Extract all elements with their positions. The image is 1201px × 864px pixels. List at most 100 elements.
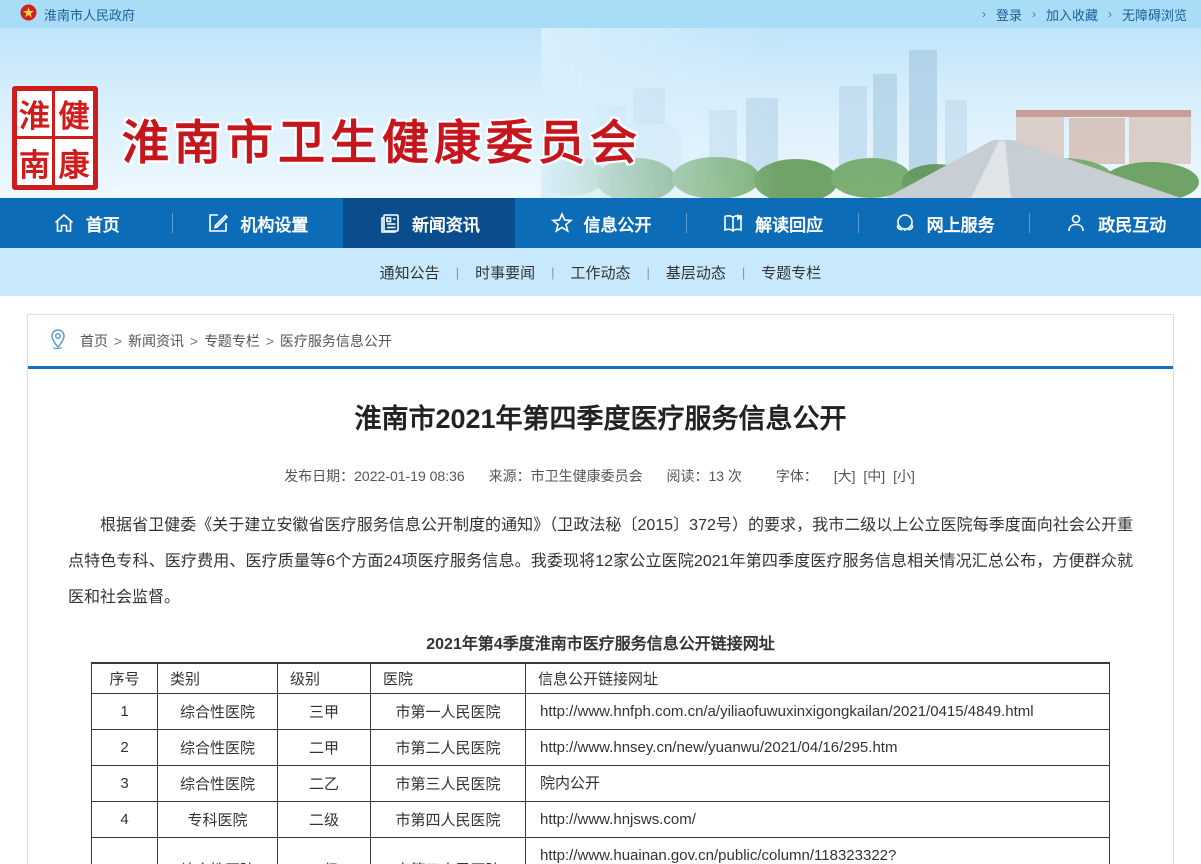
font-size-medium-button[interactable]: [中] [863, 468, 885, 484]
breadcrumb-separator: > [114, 333, 122, 349]
seal-char: 康 [55, 139, 93, 185]
site-banner: 淮 健 南 康 淮南市卫生健康委员会 [0, 28, 1201, 198]
info-link-text: 院内公开 [528, 770, 1107, 797]
table-caption: 2021年第4季度淮南市医疗服务信息公开链接网址 [68, 630, 1133, 654]
breadcrumb-separator: > [266, 333, 274, 349]
info-link-cell: http://www.hnjsws.com/ [526, 802, 1110, 838]
subnav-item-grassroots[interactable]: 基层动态 [662, 262, 730, 283]
col-header-no: 序号 [92, 663, 158, 694]
breadcrumb-separator: > [190, 333, 198, 349]
info-link-cell: http://www.huainan.gov.cn/public/column/… [526, 838, 1110, 864]
table-row: 5综合性医院二级市第五人民医院http://www.huainan.gov.cn… [92, 838, 1110, 864]
hospital-name: 市第二人民医院 [371, 730, 526, 766]
info-link-cell: 院内公开 [526, 766, 1110, 802]
nav-item-home[interactable]: 首页 [0, 198, 172, 248]
breadcrumb-home[interactable]: 首页 [80, 333, 108, 349]
nav-item-interaction[interactable]: 政民互动 [1029, 198, 1201, 248]
subnav-separator: | [551, 265, 554, 280]
article-title: 淮南市2021年第四季度医疗服务信息公开 [68, 397, 1133, 436]
hospital-name: 市第一人民医院 [371, 694, 526, 730]
site-title: 淮南市卫生健康委员会 [122, 104, 642, 173]
font-size-large-button[interactable]: [大] [834, 468, 856, 484]
info-link-text: http://www.hnsey.cn/new/yuanwu/2021/04/1… [528, 734, 1107, 761]
info-link-text: http://www.hnjsws.com/ [528, 806, 1107, 833]
seal-char: 健 [55, 91, 93, 139]
hospital-category: 综合性医院 [158, 694, 278, 730]
row-number: 5 [92, 838, 158, 864]
breadcrumb-current-page: 医疗服务信息公开 [280, 333, 392, 349]
link-separator: › [982, 7, 986, 21]
publish-date: 发布日期：2022-01-19 08:36 [284, 468, 465, 484]
hospital-name: 市第三人民医院 [371, 766, 526, 802]
info-link-cell: http://www.hnsey.cn/new/yuanwu/2021/04/1… [526, 730, 1110, 766]
hospital-category: 综合性医院 [158, 838, 278, 864]
gov-portal-link[interactable]: 淮南市人民政府 [44, 5, 135, 24]
nav-label: 网上服务 [927, 211, 995, 236]
top-utility-bar: 淮南市人民政府 › 登录 › 加入收藏 › 无障碍浏览 [0, 0, 1201, 28]
table-row: 1综合性医院三甲市第一人民医院http://www.hnfph.com.cn/a… [92, 694, 1110, 730]
col-header-url: 信息公开链接网址 [526, 663, 1110, 694]
hospital-level: 三甲 [278, 694, 371, 730]
nav-item-org[interactable]: 机构设置 [172, 198, 344, 248]
sub-nav: 通知公告 | 时事要闻 | 工作动态 | 基层动态 | 专题专栏 [0, 248, 1201, 296]
nav-label: 解读回应 [755, 211, 823, 236]
subnav-item-work-updates[interactable]: 工作动态 [566, 262, 634, 283]
hospital-info-table: 序号 类别 级别 医院 信息公开链接网址 1综合性医院三甲市第一人民医院http… [91, 662, 1110, 864]
article-source: 来源：市卫生健康委员会 [489, 468, 643, 484]
info-link-text: http://www.hnfph.com.cn/a/yiliaofuwuxinx… [528, 698, 1107, 725]
nav-label: 政民互动 [1098, 211, 1166, 236]
nav-item-interpret[interactable]: 解读回应 [686, 198, 858, 248]
hospital-name: 市第四人民医院 [371, 802, 526, 838]
table-row: 4专科医院二级市第四人民医院http://www.hnjsws.com/ [92, 802, 1110, 838]
row-number: 4 [92, 802, 158, 838]
online-service-icon [893, 211, 917, 235]
article-body: 根据省卫健委《关于建立安徽省医疗服务信息公开制度的通知》（卫政法秘〔2015〕3… [68, 508, 1133, 616]
subnav-item-special-columns[interactable]: 专题专栏 [757, 262, 825, 283]
org-edit-icon [206, 211, 230, 235]
hospital-level: 二级 [278, 802, 371, 838]
hospital-category: 综合性医院 [158, 766, 278, 802]
article: 淮南市2021年第四季度医疗服务信息公开 发布日期：2022-01-19 08:… [28, 397, 1173, 864]
subnav-item-current-events[interactable]: 时事要闻 [471, 262, 539, 283]
subnav-separator: | [647, 265, 650, 280]
breadcrumb-news[interactable]: 新闻资讯 [128, 333, 184, 349]
add-favorite-link[interactable]: 加入收藏 [1046, 5, 1098, 24]
font-size-label: 字体： [776, 468, 818, 484]
col-header-category: 类别 [158, 663, 278, 694]
agency-seal-logo: 淮 健 南 康 [12, 86, 98, 190]
national-emblem-icon [20, 4, 37, 24]
hospital-level: 二甲 [278, 730, 371, 766]
breadcrumb: 首页 > 新闻资讯 > 专题专栏 > 医疗服务信息公开 [28, 315, 1173, 369]
table-row: 2综合性医院二甲市第二人民医院http://www.hnsey.cn/new/y… [92, 730, 1110, 766]
table-header-row: 序号 类别 级别 医院 信息公开链接网址 [92, 663, 1110, 694]
font-size-small-button[interactable]: [小] [893, 468, 915, 484]
link-separator: › [1032, 7, 1036, 21]
subnav-item-notices[interactable]: 通知公告 [376, 262, 444, 283]
read-count: 阅读：13 次 [666, 468, 741, 484]
link-separator: › [1108, 7, 1112, 21]
news-icon [378, 211, 402, 235]
nav-item-news[interactable]: 新闻资讯 [343, 198, 515, 248]
person-icon [1064, 211, 1088, 235]
hospital-category: 综合性医院 [158, 730, 278, 766]
subnav-separator: | [742, 265, 745, 280]
main-nav: 首页 机构设置 新闻资讯 信息公开 [0, 198, 1201, 248]
content-box: 首页 > 新闻资讯 > 专题专栏 > 医疗服务信息公开 淮南市2021年第四季度… [27, 314, 1174, 864]
accessibility-link[interactable]: 无障碍浏览 [1122, 5, 1187, 24]
row-number: 1 [92, 694, 158, 730]
seal-char: 淮 [17, 91, 55, 139]
hospital-category: 专科医院 [158, 802, 278, 838]
article-meta: 发布日期：2022-01-19 08:36 来源：市卫生健康委员会 阅读：13 … [68, 466, 1133, 486]
nav-item-info[interactable]: 信息公开 [515, 198, 687, 248]
nav-item-services[interactable]: 网上服务 [858, 198, 1030, 248]
row-number: 2 [92, 730, 158, 766]
subnav-separator: | [456, 265, 459, 280]
login-link[interactable]: 登录 [996, 5, 1022, 24]
seal-char: 南 [17, 139, 55, 185]
hospital-name: 市第五人民医院 [371, 838, 526, 864]
col-header-hospital: 医院 [371, 663, 526, 694]
breadcrumb-special-columns[interactable]: 专题专栏 [204, 333, 260, 349]
nav-label: 机构设置 [240, 211, 308, 236]
table-row: 3综合性医院二乙市第三人民医院院内公开 [92, 766, 1110, 802]
font-size-control: 字体： [大] [中] [小] [766, 468, 917, 484]
